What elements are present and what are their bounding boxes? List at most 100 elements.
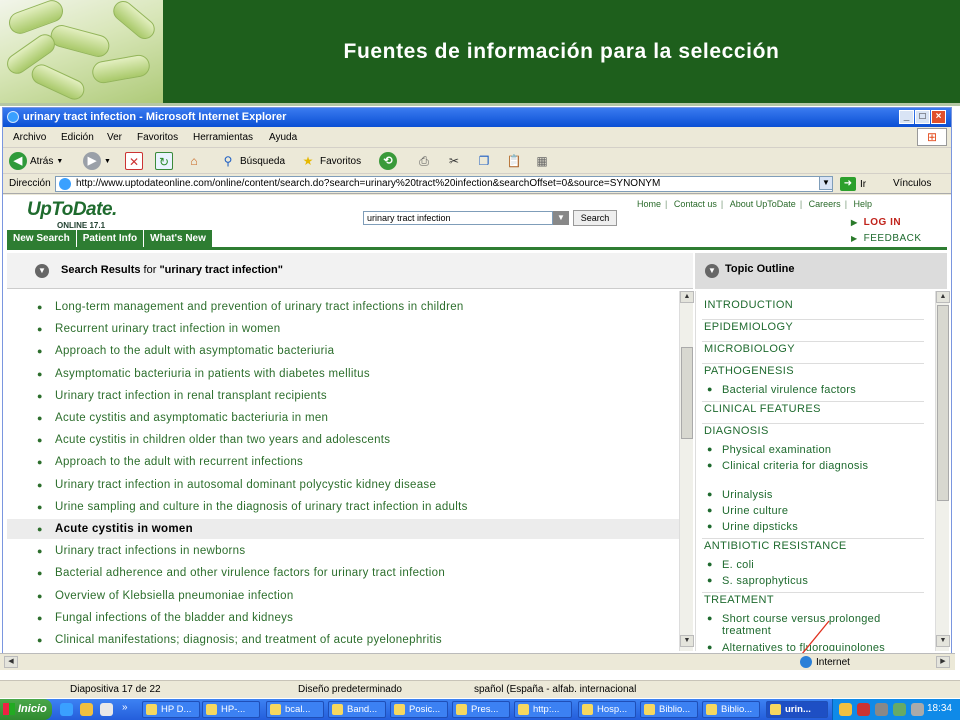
result-item[interactable]: ● Urinary tract infections in newborns (7, 541, 679, 561)
results-scrollbar[interactable]: ▲ ▼ (679, 291, 694, 651)
menu-ayuda[interactable]: Ayuda (269, 132, 297, 143)
outline-section[interactable]: EPIDEMIOLOGY (704, 321, 793, 333)
menu-favoritos[interactable]: Favoritos (137, 132, 178, 143)
result-item[interactable]: ● Urinary tract infection in autosomal do… (7, 475, 679, 495)
go-button[interactable]: ➜ Ir (840, 176, 866, 192)
outline-subsection[interactable]: ● E. coli (706, 559, 912, 571)
taskbar-button[interactable]: http:... (514, 701, 572, 718)
outline-subsection[interactable]: ● Clinical criteria for diagnosis (706, 460, 912, 472)
menu-edicion[interactable]: Edición (61, 132, 94, 143)
forward-button[interactable]: ▶ ▼ (83, 151, 111, 171)
result-item[interactable]: ● Clinical manifestations; diagnosis; and… (7, 630, 679, 650)
favorites-button[interactable]: ★ Favoritos (299, 151, 362, 171)
url-dropdown-button[interactable]: ▼ (819, 176, 833, 190)
start-button[interactable]: Inicio (0, 699, 52, 720)
scroll-down-icon[interactable]: ▼ (680, 635, 694, 647)
scroll-thumb[interactable] (937, 305, 949, 501)
taskbar-button[interactable]: Posic... (390, 701, 448, 718)
nav-help[interactable]: Help (854, 199, 873, 209)
feedback-link[interactable]: ▶ FEEDBACK (851, 233, 922, 244)
scroll-left-icon[interactable]: ◀ (4, 656, 18, 668)
print-button[interactable]: ⎙ (415, 151, 433, 171)
outlook-quicklaunch-icon[interactable] (80, 703, 93, 716)
site-search-input[interactable]: urinary tract infection (363, 211, 553, 225)
url-input[interactable]: http://www.uptodateonline.com/online/con… (55, 176, 833, 192)
scroll-thumb[interactable] (681, 347, 693, 439)
nav-home[interactable]: Home (637, 199, 661, 209)
menu-herramientas[interactable]: Herramientas (193, 132, 253, 143)
result-item[interactable]: ● Recurrent urinary tract infection in wo… (7, 319, 679, 339)
tab-whats-new[interactable]: What's New (144, 230, 213, 248)
cut-button[interactable]: ✂ (445, 151, 463, 171)
taskbar-button[interactable]: Biblio... (702, 701, 760, 718)
taskbar-button[interactable]: HP-... (202, 701, 260, 718)
back-button[interactable]: ◀ Atrás ▼ (9, 151, 63, 171)
taskbar-button[interactable]: urin... (766, 701, 828, 718)
menu-ver[interactable]: Ver (107, 132, 122, 143)
scroll-down-icon[interactable]: ▼ (936, 635, 950, 647)
taskbar-button[interactable]: Hosp... (578, 701, 636, 718)
result-item[interactable]: ● Long-term management and prevention of … (7, 297, 679, 317)
tray-icon[interactable] (911, 703, 924, 716)
result-item[interactable]: ● Fungal infections of the bladder and ki… (7, 608, 679, 628)
outline-section[interactable]: MICROBIOLOGY (704, 343, 795, 355)
result-item[interactable]: ● Acute cystitis in children older than t… (7, 430, 679, 450)
result-item[interactable]: ● Bacterial adherence and other virulence… (7, 563, 679, 583)
maximize-button[interactable]: □ (915, 110, 930, 124)
close-button[interactable]: × (931, 110, 946, 124)
outline-subsection[interactable]: ● Urine dipsticks (706, 521, 912, 533)
copy-button[interactable]: ❐ (475, 151, 493, 171)
taskbar-button[interactable]: bcal... (266, 701, 324, 718)
tray-icon[interactable] (893, 703, 906, 716)
tab-new-search[interactable]: New Search (7, 230, 77, 248)
outline-section[interactable]: ANTIBIOTIC RESISTANCE (704, 540, 847, 552)
result-item[interactable]: ● Approach to the adult with asymptomatic… (7, 341, 679, 361)
taskbar-button[interactable]: Band... (328, 701, 386, 718)
result-item[interactable]: ● Overview of Klebsiella pneumoniae infec… (7, 586, 679, 606)
collapse-icon[interactable]: ▼ (705, 264, 719, 278)
outline-subsection[interactable]: ● Bacterial virulence factors (706, 384, 912, 396)
ie-quicklaunch-icon[interactable] (60, 703, 73, 716)
result-item[interactable]: ● Urine sampling and culture in the diagn… (7, 497, 679, 517)
login-link[interactable]: ▶ LOG IN (851, 217, 901, 228)
outline-section[interactable]: TREATMENT (704, 594, 774, 606)
history-button[interactable]: ⟲ (379, 151, 397, 171)
home-button[interactable]: ⌂ (185, 151, 203, 171)
result-item[interactable]: ● Acute cystitis and asymptomatic bacteri… (7, 408, 679, 428)
site-search-button[interactable]: Search (573, 210, 617, 226)
tray-icon[interactable] (839, 703, 852, 716)
outline-subsection[interactable]: ● S. saprophyticus (706, 575, 912, 587)
outline-scrollbar[interactable]: ▲ ▼ (935, 291, 950, 651)
nav-about[interactable]: About UpToDate (730, 199, 796, 209)
links-button[interactable]: Vínculos (893, 178, 931, 189)
result-item[interactable]: ● Asymptomatic bacteriuria in patients wi… (7, 364, 679, 384)
desktop-quicklaunch-icon[interactable] (100, 703, 113, 716)
outline-section[interactable]: INTRODUCTION (704, 299, 793, 311)
menu-archivo[interactable]: Archivo (13, 132, 46, 143)
nav-contact[interactable]: Contact us (674, 199, 717, 209)
search-button[interactable]: ⚲ Búsqueda (219, 151, 285, 171)
taskbar-button[interactable]: Biblio... (640, 701, 698, 718)
tools-button[interactable]: ▦ (533, 151, 551, 171)
result-item[interactable]: ● Acute cystitis in women (7, 519, 679, 539)
outline-subsection[interactable]: ● Urinalysis (706, 489, 912, 501)
refresh-button[interactable]: ↻ (155, 151, 173, 171)
chevron-right-icon[interactable]: » (122, 702, 128, 713)
search-dropdown-button[interactable]: ▼ (553, 211, 569, 225)
tray-icon[interactable] (875, 703, 888, 716)
scroll-right-icon[interactable]: ▶ (936, 656, 950, 668)
outline-section[interactable]: PATHOGENESIS (704, 365, 794, 377)
outline-section[interactable]: DIAGNOSIS (704, 425, 769, 437)
uptodate-logo[interactable]: UpToDate. ONLINE 17.1 (17, 199, 127, 233)
paste-button[interactable]: 📋 (505, 151, 523, 171)
tab-patient-info[interactable]: Patient Info (76, 230, 145, 248)
outline-section[interactable]: CLINICAL FEATURES (704, 403, 821, 415)
outline-subsection[interactable]: ● Physical examination (706, 444, 912, 456)
outline-subsection[interactable]: ● Urine culture (706, 505, 912, 517)
window-titlebar[interactable]: urinary tract infection - Microsoft Inte… (3, 108, 951, 127)
result-item[interactable]: ● Approach to the adult with recurrent in… (7, 452, 679, 472)
result-item[interactable]: ● Urinary tract infection in renal transp… (7, 386, 679, 406)
nav-careers[interactable]: Careers (809, 199, 841, 209)
taskbar-button[interactable]: Pres... (452, 701, 510, 718)
scroll-up-icon[interactable]: ▲ (680, 291, 694, 303)
